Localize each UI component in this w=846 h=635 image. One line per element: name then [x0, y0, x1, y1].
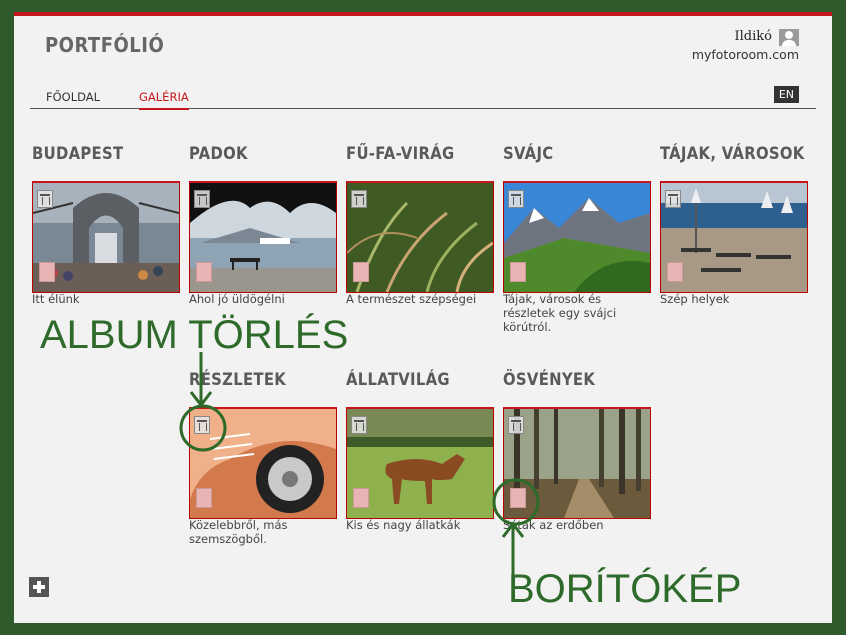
delete-annotation: ALBUM TÖRLÉS [40, 313, 349, 357]
album-card: ÁLLATVILÁG Kis és nagy állatkák [346, 370, 494, 532]
site-name: myfotoroom.com [691, 47, 799, 62]
album-card: RÉSZLETEK Közelebbről, más szemszögből. [189, 370, 337, 546]
trash-icon[interactable] [508, 416, 524, 434]
brand-logo[interactable]: PORTFÓLIÓ [45, 33, 164, 57]
album-thumbnail[interactable] [189, 407, 337, 519]
album-title[interactable]: ÖSVÉNYEK [503, 370, 651, 389]
album-caption: Kis és nagy állatkák [346, 518, 461, 532]
tab-home[interactable]: FŐOLDAL [46, 90, 100, 108]
cover-annotation: BORÍTÓKÉP [508, 567, 742, 611]
album-caption: Tájak, városok és részletek egy svájci k… [503, 292, 617, 334]
cover-image-icon[interactable] [196, 488, 212, 508]
user-icon[interactable] [779, 29, 799, 46]
trash-icon[interactable] [194, 190, 210, 208]
trash-icon[interactable] [37, 190, 53, 208]
album-title[interactable]: BUDAPEST [32, 144, 180, 163]
album-caption: Itt élünk [32, 292, 80, 306]
user-name[interactable]: Ildikó [735, 29, 772, 44]
album-thumbnail[interactable] [503, 407, 651, 519]
cover-image-icon[interactable] [39, 262, 55, 282]
album-caption: A természet szépségei [346, 292, 477, 306]
cover-image-icon[interactable] [510, 262, 526, 282]
album-title[interactable]: FŰ-FA-VIRÁG [346, 144, 494, 163]
album-card: ÖSVÉNYEK Séták az erdőben [503, 370, 651, 532]
trash-icon[interactable] [351, 190, 367, 208]
cover-image-icon[interactable] [353, 262, 369, 282]
album-title[interactable]: ÁLLATVILÁG [346, 370, 494, 389]
album-thumbnail[interactable] [660, 181, 808, 293]
trash-icon[interactable] [351, 416, 367, 434]
album-card: TÁJAK, VÁROSOK Szép helyek [660, 144, 808, 306]
album-title[interactable]: PADOK [189, 144, 337, 163]
cover-image-icon[interactable] [353, 488, 369, 508]
album-thumbnail[interactable] [346, 407, 494, 519]
album-card: BUDAPEST Itt élünk [32, 144, 180, 306]
album-title[interactable]: TÁJAK, VÁROSOK [660, 144, 808, 163]
trash-icon[interactable] [665, 190, 681, 208]
trash-icon[interactable] [508, 190, 524, 208]
cover-image-icon[interactable] [667, 262, 683, 282]
album-caption: Szép helyek [660, 292, 730, 306]
main-nav: FŐOLDAL GALÉRIA EN [30, 86, 816, 110]
album-thumbnail[interactable] [346, 181, 494, 293]
cover-image-icon[interactable] [510, 488, 526, 508]
tab-gallery[interactable]: GALÉRIA [139, 90, 189, 110]
language-button[interactable]: EN [773, 86, 799, 103]
album-caption: Közelebbről, más szemszögből. [189, 518, 288, 546]
album-thumbnail[interactable] [503, 181, 651, 293]
album-thumbnail[interactable] [189, 181, 337, 293]
album-title[interactable]: RÉSZLETEK [189, 370, 337, 389]
add-album-button[interactable] [29, 577, 49, 597]
trash-icon[interactable] [194, 416, 210, 434]
album-card: SVÁJC Tájak, városok és részletek egy sv… [503, 144, 651, 334]
album-card: PADOK Ahol jó üldögélni [189, 144, 337, 306]
album-card: FŰ-FA-VIRÁG A természet szépségei [346, 144, 494, 306]
album-caption: Ahol jó üldögélni [189, 292, 285, 306]
album-title[interactable]: SVÁJC [503, 144, 651, 163]
album-thumbnail[interactable] [32, 181, 180, 293]
album-caption: Séták az erdőben [503, 518, 604, 532]
cover-image-icon[interactable] [196, 262, 212, 282]
